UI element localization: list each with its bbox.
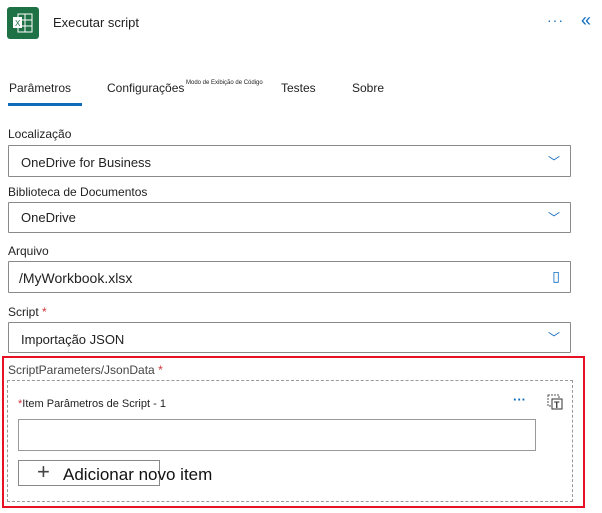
active-tab-indicator [8, 103, 82, 106]
item-more-button[interactable]: ··· [513, 392, 526, 407]
location-label: Localização [8, 127, 72, 141]
item-label-text: Item Parâmetros de Script - 1 [22, 398, 166, 410]
library-select[interactable]: OneDrive ﹀ [8, 202, 571, 233]
script-select[interactable]: Importação JSON ﹀ [8, 322, 571, 353]
add-new-item-label: Adicionar novo item [63, 465, 213, 484]
file-label: Arquivo [8, 244, 49, 258]
item-input[interactable] [18, 419, 536, 451]
excel-logo-icon: X [7, 7, 39, 39]
action-title: Executar script [53, 15, 139, 30]
tab-about[interactable]: Sobre [352, 81, 384, 95]
required-marker: * [42, 305, 47, 319]
chevron-down-icon: ﹀ [547, 331, 560, 345]
location-select[interactable]: OneDrive for Business ﹀ [8, 145, 571, 177]
script-value: Importação JSON [21, 332, 125, 347]
location-value: OneDrive for Business [21, 155, 152, 170]
tab-settings[interactable]: Configurações [107, 81, 184, 95]
library-label: Biblioteca de Documentos [8, 185, 148, 199]
collapse-panel-button[interactable]: « [581, 10, 591, 31]
svg-text:T: T [554, 400, 560, 410]
tab-parameters[interactable]: Parâmetros [9, 81, 71, 95]
script-label-text: Script [8, 305, 39, 319]
file-input[interactable]: /MyWorkbook.xlsx ▯ [8, 261, 571, 293]
svg-text:X: X [15, 19, 21, 28]
tab-tests[interactable]: Testes [281, 81, 316, 95]
chevron-down-icon: ﹀ [547, 155, 560, 169]
plus-icon: + [37, 459, 50, 484]
json-data-label-text: ScriptParameters/JsonData [8, 363, 155, 377]
text-mode-icon[interactable]: T [547, 394, 563, 410]
tab-code-view[interactable]: Modo de Exibição de Código [186, 80, 263, 86]
json-data-label: ScriptParameters/JsonData * [8, 363, 163, 377]
more-options-button[interactable]: ··· [547, 12, 564, 28]
item-label: *Item Parâmetros de Script - 1 [18, 398, 166, 410]
required-marker: * [158, 363, 163, 377]
file-value: /MyWorkbook.xlsx [19, 270, 133, 286]
script-label: Script * [8, 305, 47, 319]
file-picker-icon[interactable]: ▯ [552, 268, 560, 285]
library-value: OneDrive [21, 210, 76, 225]
chevron-down-icon: ﹀ [547, 211, 560, 225]
